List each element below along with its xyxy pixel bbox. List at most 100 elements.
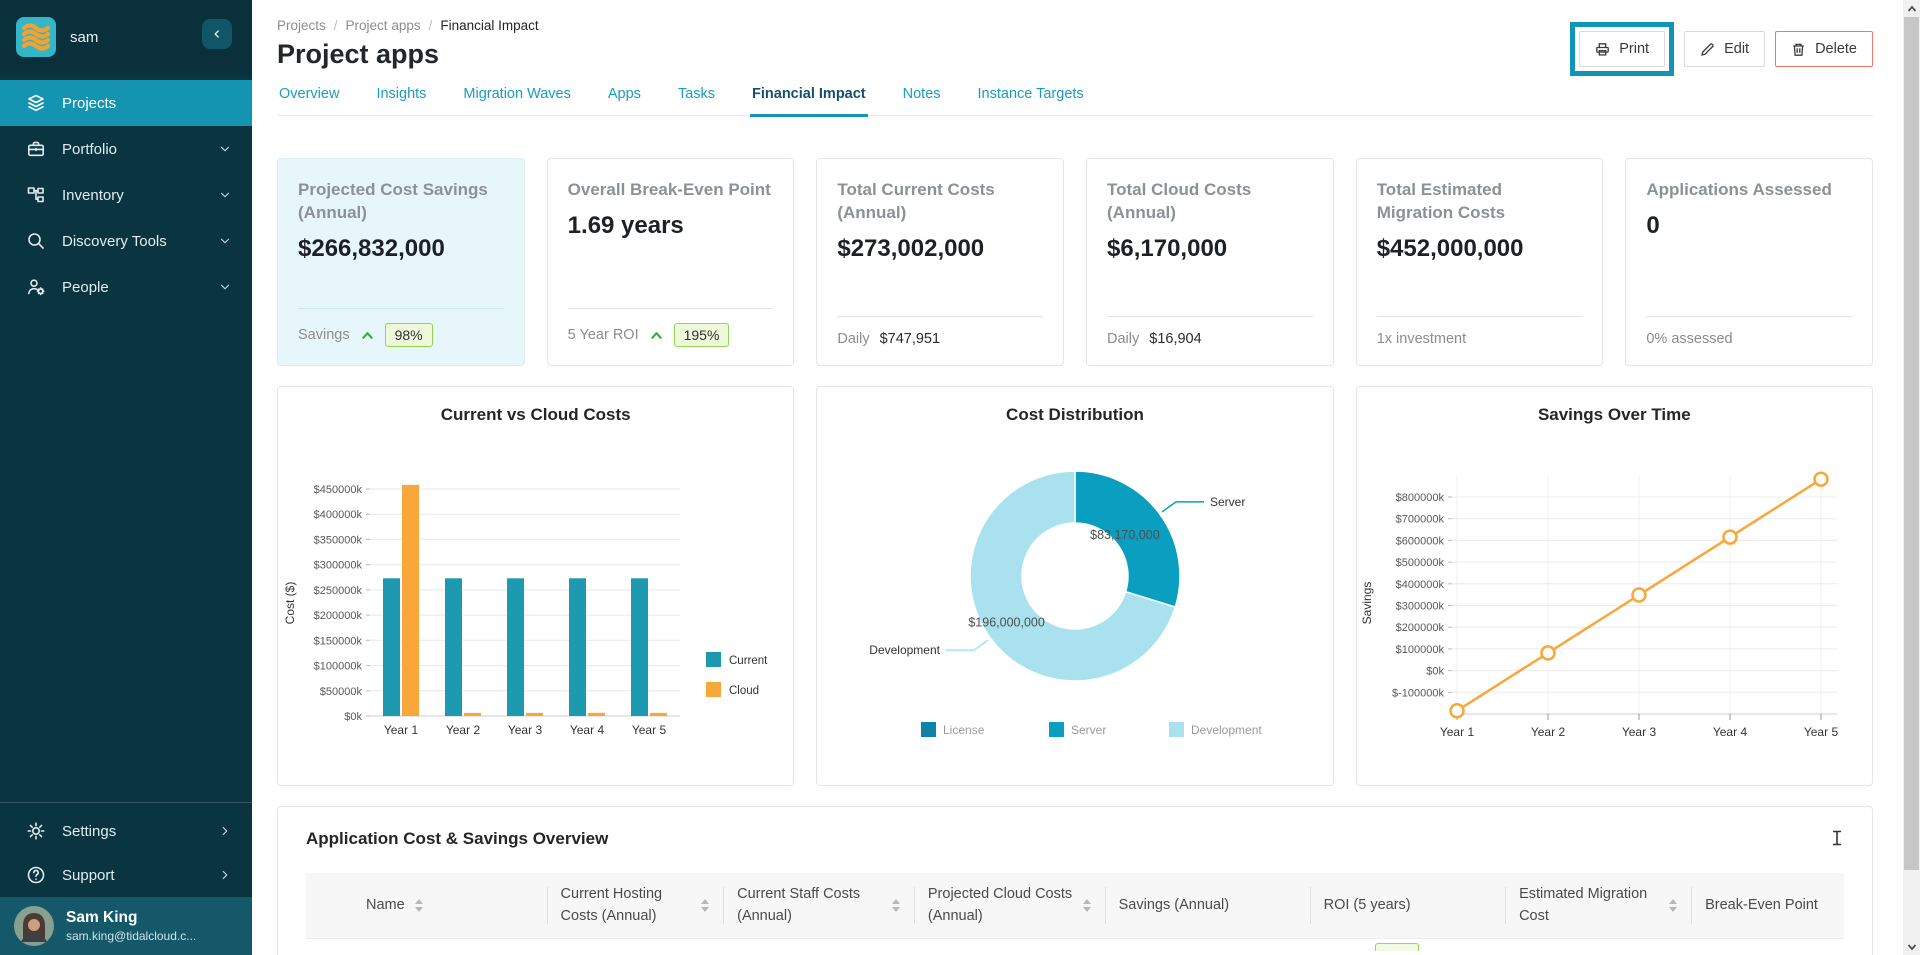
svg-text:$50000k: $50000k [320, 686, 363, 698]
chart-title: Cost Distribution [817, 405, 1332, 425]
legend-item-cloud[interactable]: Cloud [706, 682, 759, 697]
column-picker-icon[interactable] [1828, 829, 1846, 847]
kpi-card-overall-break-even-point: Overall Break-Even Point1.69 years5 Year… [547, 158, 795, 366]
tab-overview[interactable]: Overview [277, 80, 341, 117]
user-profile[interactable]: Sam King sam.king@tidalcloud.c... [0, 897, 252, 955]
column-header-current-staff-costs-annual[interactable]: Current Staff Costs (Annual) [723, 873, 914, 938]
svg-text:$600000k: $600000k [1395, 535, 1444, 547]
column-label: Name [366, 895, 405, 917]
sidebar-item-label: Support [62, 867, 115, 884]
svg-text:$400000k: $400000k [1395, 579, 1444, 591]
legend-item-server[interactable]: Server [1049, 722, 1106, 737]
applications-table-card: Application Cost & Savings Overview Name… [277, 806, 1873, 955]
sidebar-item-people[interactable]: People [0, 264, 252, 310]
kpi-value: $452,000,000 [1377, 235, 1583, 263]
sidebar-item-label: Discovery Tools [62, 233, 167, 250]
people-gear-icon [26, 277, 46, 297]
kpi-footer: Daily$16,904 [1107, 316, 1313, 347]
kpi-value: $266,832,000 [298, 235, 504, 263]
tab-tasks[interactable]: Tasks [676, 80, 717, 117]
sort-icon [892, 899, 900, 912]
svg-text:Year 4: Year 4 [570, 723, 605, 737]
tab-financial-impact[interactable]: Financial Impact [750, 80, 868, 117]
table-header-row: Name Current Hosting Costs (Annual) Curren… [306, 873, 1844, 939]
legend-item-current[interactable]: Current [706, 652, 768, 667]
sidebar-item-settings[interactable]: Settings [0, 809, 252, 853]
svg-text:$800000k: $800000k [1395, 492, 1444, 504]
app-logo-icon[interactable] [16, 17, 56, 57]
sidebar-item-projects[interactable]: Projects [0, 80, 252, 126]
column-header-current-hosting-costs-annual[interactable]: Current Hosting Costs (Annual) [547, 873, 724, 938]
user-name: Sam King [66, 909, 196, 927]
kpi-value: $273,002,000 [837, 235, 1043, 263]
column-header-name[interactable]: Name [306, 873, 547, 938]
scroll-up-arrow-icon[interactable] [1903, 0, 1920, 17]
tab-migration-waves[interactable]: Migration Waves [461, 80, 572, 117]
edit-button[interactable]: Edit [1684, 31, 1765, 67]
printer-icon [1595, 42, 1610, 57]
scrollbar-thumb[interactable] [1904, 17, 1919, 870]
vertical-scrollbar[interactable] [1903, 0, 1920, 955]
svg-text:License: License [943, 723, 985, 737]
sidebar-item-label: Portfolio [62, 141, 117, 158]
main-content: Projects / Project apps / Financial Impa… [252, 0, 1903, 955]
svg-text:$450000k: $450000k [314, 484, 363, 496]
chart-title: Current vs Cloud Costs [278, 405, 793, 425]
kpi-footer-value: $747,951 [880, 331, 940, 347]
svg-text:Current: Current [729, 655, 768, 667]
sidebar-item-portfolio[interactable]: Portfolio [0, 126, 252, 172]
tab-apps[interactable]: Apps [606, 80, 643, 117]
sidebar-item-label: People [62, 279, 109, 296]
donut-chart-svg: $83,170,000Server$196,000,000Development… [817, 431, 1333, 776]
question-circle-icon [26, 865, 46, 885]
svg-text:$0k: $0k [344, 711, 362, 723]
sidebar-item-label: Settings [62, 823, 116, 840]
workspace-name: sam [70, 29, 98, 46]
delete-button-label: Delete [1815, 41, 1857, 57]
pencil-icon [1700, 42, 1715, 57]
breadcrumb-projects[interactable]: Projects [277, 18, 326, 33]
search-icon [26, 231, 46, 251]
breadcrumb-current: Financial Impact [440, 18, 538, 33]
tab-instance-targets[interactable]: Instance Targets [976, 80, 1086, 117]
svg-text:Year 2: Year 2 [1531, 725, 1566, 739]
column-label: Savings (Annual) [1119, 895, 1229, 917]
sidebar-item-inventory[interactable]: Inventory [0, 172, 252, 218]
breadcrumb-project-apps[interactable]: Project apps [346, 18, 421, 33]
sidebar: sam Projects Portfolio Inventory Discovery … [0, 0, 252, 955]
legend-item-development[interactable]: Development [1169, 722, 1262, 737]
tab-insights[interactable]: Insights [374, 80, 428, 117]
column-header-estimated-migration-cost[interactable]: Estimated Migration Cost [1505, 873, 1691, 938]
svg-text:Server: Server [1071, 723, 1106, 737]
svg-text:$200000k: $200000k [1395, 622, 1444, 634]
avatar [14, 906, 54, 946]
tab-notes[interactable]: Notes [901, 80, 943, 117]
svg-text:$100000k: $100000k [314, 661, 363, 673]
scroll-down-arrow-icon[interactable] [1903, 938, 1920, 955]
delete-button[interactable]: Delete [1775, 31, 1873, 67]
legend-item-license[interactable]: License [921, 722, 985, 737]
kpi-card-total-cloud-costs-annual: Total Cloud Costs (Annual)$6,170,000Dail… [1086, 158, 1334, 366]
line-chart-card: Savings Over Time $-100000k$0k$100000k$2… [1356, 386, 1873, 786]
print-button[interactable]: Print [1579, 31, 1665, 67]
svg-text:Development: Development [870, 643, 941, 657]
trend-up-icon [649, 328, 664, 343]
kpi-footer: 0% assessed [1646, 316, 1852, 347]
column-label: Current Staff Costs (Annual) [737, 884, 882, 928]
svg-text:$100000k: $100000k [1395, 644, 1444, 656]
sidebar-collapse-button[interactable] [202, 19, 232, 49]
donut-chart-card: Cost Distribution $83,170,000Server$196,… [816, 386, 1333, 786]
kpi-value: 1.69 years [568, 212, 774, 240]
kpi-title: Total Estimated Migration Costs [1377, 179, 1583, 225]
svg-text:Year 3: Year 3 [1622, 725, 1657, 739]
trash-icon [1791, 42, 1806, 57]
edit-button-label: Edit [1724, 41, 1749, 57]
svg-text:Year 5: Year 5 [632, 723, 667, 737]
sidebar-item-support[interactable]: Support [0, 853, 252, 897]
kpi-footer-label: 0% assessed [1646, 331, 1732, 347]
sidebar-item-discovery-tools[interactable]: Discovery Tools [0, 218, 252, 264]
bar-chart-card: Current vs Cloud Costs $0k $50000k $100000… [277, 386, 794, 786]
kpi-badge: 195% [674, 323, 730, 347]
column-header-projected-cloud-costs-annual[interactable]: Projected Cloud Costs (Annual) [914, 873, 1105, 938]
kpi-footer-label: Savings [298, 327, 350, 343]
